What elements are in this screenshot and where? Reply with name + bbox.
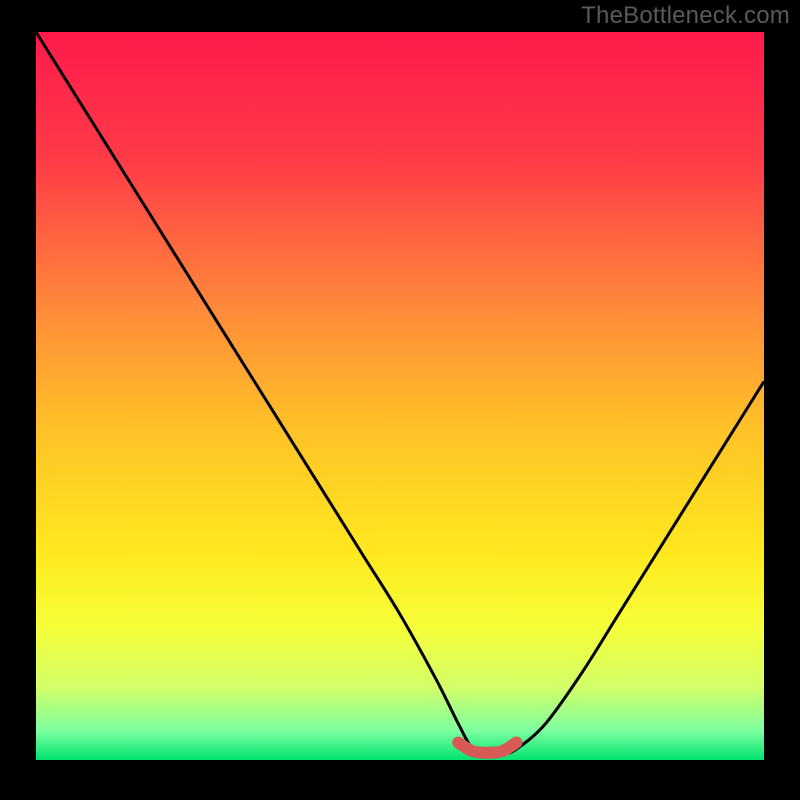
chart-frame: TheBottleneck.com	[0, 0, 800, 800]
chart-plot-area	[36, 32, 764, 760]
watermark-text: TheBottleneck.com	[581, 2, 790, 30]
chart-canvas	[0, 0, 800, 800]
